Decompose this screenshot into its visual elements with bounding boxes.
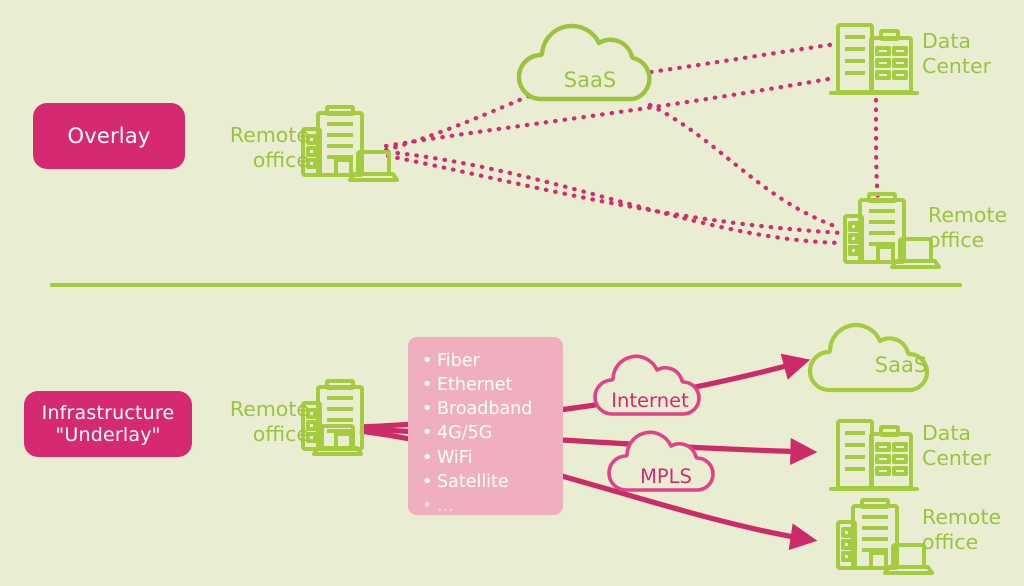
underlay-remote-office-right-icon xyxy=(836,498,934,575)
diagram-canvas: Overlay Infrastructure "Underlay" SaaS R… xyxy=(0,0,1024,586)
remote-office-right-label-underlay: Remote office xyxy=(922,505,1002,554)
